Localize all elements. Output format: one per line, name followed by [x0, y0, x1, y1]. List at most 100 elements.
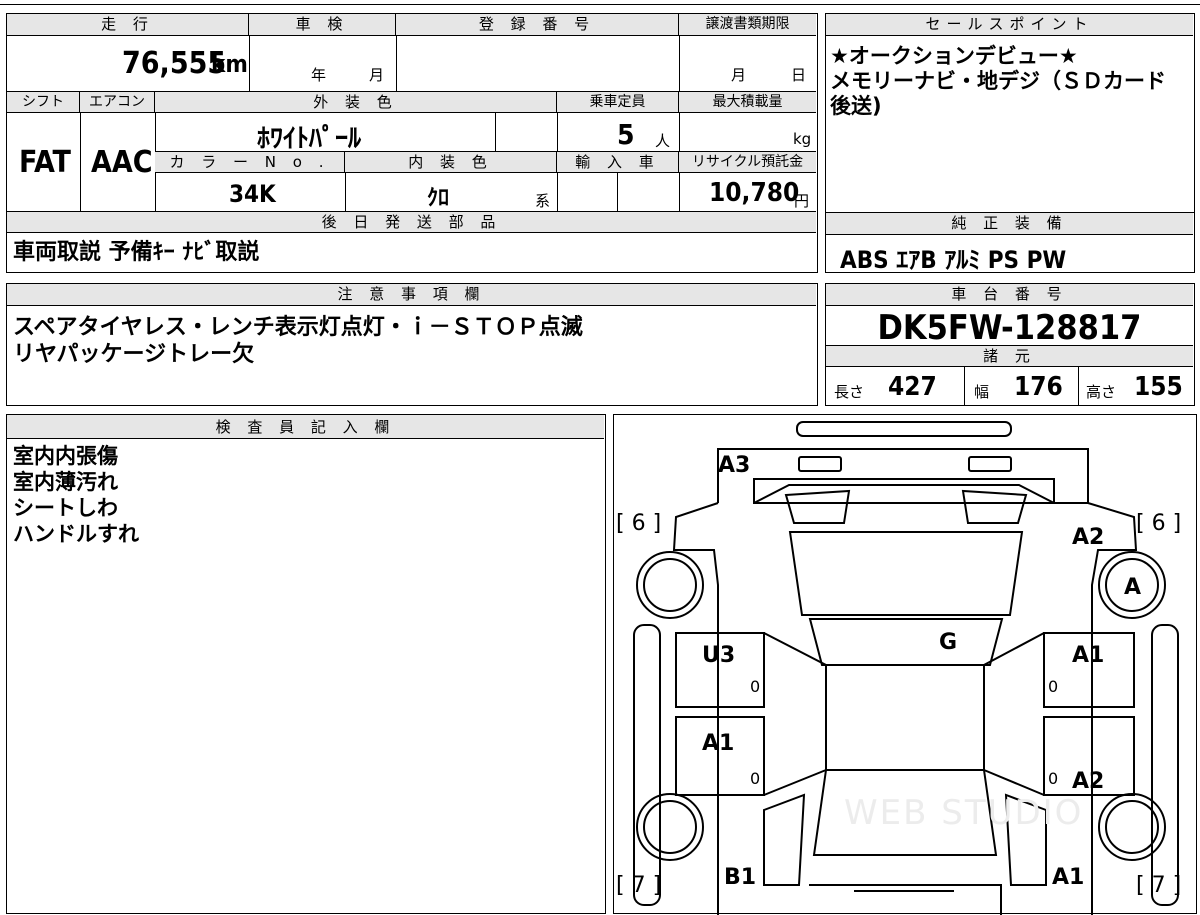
- front-right-wheel-outer: [1098, 793, 1166, 861]
- cabin-shape: [825, 664, 985, 771]
- mileage-unit: km: [211, 50, 248, 78]
- vehicle-info-box: 走 行 車 検 登 録 番 号 譲渡書類期限 76,555 km 年 月 月 日…: [6, 13, 818, 273]
- exterior-color-header: 外 装 色: [155, 91, 557, 113]
- rear-bumper-shape: [717, 448, 1089, 504]
- max-load-header: 最大積載量: [679, 91, 816, 113]
- interior-color-suffix: 系: [535, 192, 551, 210]
- label-right-front-door: A2: [1072, 769, 1105, 794]
- rear-left-wheel-outer: [636, 551, 704, 619]
- rear-glass: [788, 531, 1024, 616]
- label-left-rear-door: U3: [702, 643, 736, 668]
- label-left-front-door: A1: [702, 731, 735, 756]
- divider: [1078, 367, 1079, 405]
- exterior-color-value: ﾎﾜｲﾄﾊﾟｰﾙ: [257, 124, 362, 154]
- aircon-header: エアコン: [80, 91, 155, 113]
- roof-glass: [808, 618, 1004, 666]
- label-right-rear-bracket: [ 6 ]: [1136, 511, 1182, 536]
- sales-point-header: セールスポイント: [826, 14, 1193, 36]
- chassis-box: 車 台 番 号 DK5FW-128817 諸 元 長さ 427 幅 176 高さ…: [825, 283, 1195, 406]
- inspection-year-unit: 年: [311, 66, 327, 84]
- chassis-number: DK5FW-128817: [877, 308, 1142, 348]
- divider: [679, 36, 680, 91]
- width-label: 幅: [974, 383, 990, 401]
- label-left-front-fender: B1: [724, 865, 757, 890]
- watermark-text: WEB STUDIO: [844, 793, 1084, 833]
- rear-quarter-glass-left: [784, 489, 851, 524]
- front-left-wheel-inner: [643, 800, 697, 854]
- inspector-text: 室内内張傷 室内薄汚れ シートしわ ハンドルすれ: [13, 444, 139, 546]
- divider: [964, 367, 965, 405]
- length-value: 427: [888, 372, 937, 402]
- interior-color-value: ｸﾛ: [427, 186, 450, 211]
- capacity-header: 乗車定員: [557, 91, 679, 113]
- label-right-front-bracket: [ 7 ]: [1136, 873, 1182, 898]
- front-left-wheel-outer: [636, 793, 704, 861]
- label-left-front-bracket: [ 7 ]: [616, 873, 662, 898]
- caution-header: 注 意 事 項 欄: [7, 284, 816, 306]
- front-bumper-shape: [809, 884, 1002, 915]
- recycle-fee-header: リサイクル預託金: [679, 151, 816, 173]
- later-parts-header: 後 日 発 送 部 品: [7, 211, 816, 233]
- registration-header: 登 録 番 号: [396, 14, 679, 36]
- recycle-fee-unit: 円: [794, 192, 810, 210]
- front-right-wheel-inner: [1105, 800, 1159, 854]
- sales-point-box: セールスポイント ★オークションデビュー★ メモリーナビ・地デジ（ＳＤカード後送…: [825, 13, 1195, 213]
- car-diagram-box: WEB STUDIO A3 [ 6 ] [ 6 ] A2 A G U3 A1 A…: [613, 414, 1197, 915]
- transfer-deadline-header: 譲渡書類期限: [679, 14, 816, 36]
- left-front-fender-shape: [763, 793, 806, 886]
- height-label: 高さ: [1086, 383, 1117, 401]
- mark-left-front: 0: [750, 769, 761, 788]
- divider: [345, 173, 346, 211]
- mark-left-rear: 0: [750, 677, 761, 696]
- top-strip-line: [0, 4, 1200, 5]
- inspector-header: 検 査 員 記 入 欄: [7, 415, 604, 439]
- label-right-rear-wheel: A: [1124, 575, 1142, 600]
- equipment-value: ABS ｴｱB ｱﾙﾐ PS PW: [840, 246, 1067, 274]
- rear-spoiler-shape: [796, 421, 1012, 437]
- max-load-unit: kg: [793, 130, 812, 148]
- divider: [80, 113, 81, 211]
- rear-quarter-glass-right: [961, 489, 1028, 524]
- chassis-header: 車 台 番 号: [826, 284, 1193, 306]
- mark-right-front: 0: [1048, 769, 1059, 788]
- color-no-value: 34K: [229, 180, 276, 208]
- sales-point-text: ★オークションデビュー★ メモリーナビ・地デジ（ＳＤカード後送): [830, 44, 1166, 118]
- label-right-rear-door: A1: [1072, 643, 1105, 668]
- right-side-step: [1151, 624, 1179, 906]
- rear-light-left: [798, 456, 842, 472]
- equipment-box: 純 正 装 備 ABS ｴｱB ｱﾙﾐ PS PW: [825, 212, 1195, 274]
- divider: [495, 113, 496, 151]
- rear-light-right: [968, 456, 1012, 472]
- left-pillar-shape: [763, 632, 827, 796]
- recycle-fee-value: 10,780: [709, 178, 800, 208]
- color-no-header: カ ラ ー N o .: [155, 151, 345, 173]
- capacity-unit: 人: [655, 132, 671, 150]
- mark-right-rear: 0: [1048, 677, 1059, 696]
- aircon-value: AAC: [91, 145, 153, 180]
- mileage-header: 走 行: [7, 14, 249, 36]
- height-value: 155: [1134, 372, 1183, 402]
- caution-text: スペアタイヤレス・レンチ表示灯点灯・ｉ－ＳＴＯＰ点滅 リヤパッケージトレー欠: [13, 315, 583, 367]
- divider: [396, 36, 397, 91]
- later-parts-value: 車両取説 予備ｷｰ ﾅﾋﾞ取説: [13, 240, 260, 265]
- interior-color-header: 内 装 色: [345, 151, 557, 173]
- specs-header: 諸 元: [826, 345, 1193, 367]
- left-side-step: [633, 624, 661, 906]
- transfer-month-unit: 月: [731, 66, 747, 84]
- inspection-month-unit: 月: [369, 66, 385, 84]
- label-right-front-fender: A1: [1052, 865, 1085, 890]
- rear-left-wheel-inner: [643, 558, 697, 612]
- transfer-day-unit: 日: [791, 66, 807, 84]
- shift-header: シフト: [7, 91, 80, 113]
- inspector-box: 検 査 員 記 入 欄 室内内張傷 室内薄汚れ シートしわ ハンドルすれ: [6, 414, 606, 914]
- caution-box: 注 意 事 項 欄 スペアタイヤレス・レンチ表示灯点灯・ｉ－ＳＴＯＰ点滅 リヤパ…: [6, 283, 818, 406]
- divider: [249, 36, 250, 91]
- shift-value: FAT: [19, 145, 71, 180]
- label-rear-a3: A3: [718, 453, 751, 478]
- inspection-header: 車 検: [249, 14, 396, 36]
- width-value: 176: [1014, 372, 1063, 402]
- label-glass: G: [939, 630, 958, 655]
- label-right-rear-corner: A2: [1072, 525, 1105, 550]
- imported-header: 輸 入 車: [557, 151, 679, 173]
- length-label: 長さ: [834, 383, 865, 401]
